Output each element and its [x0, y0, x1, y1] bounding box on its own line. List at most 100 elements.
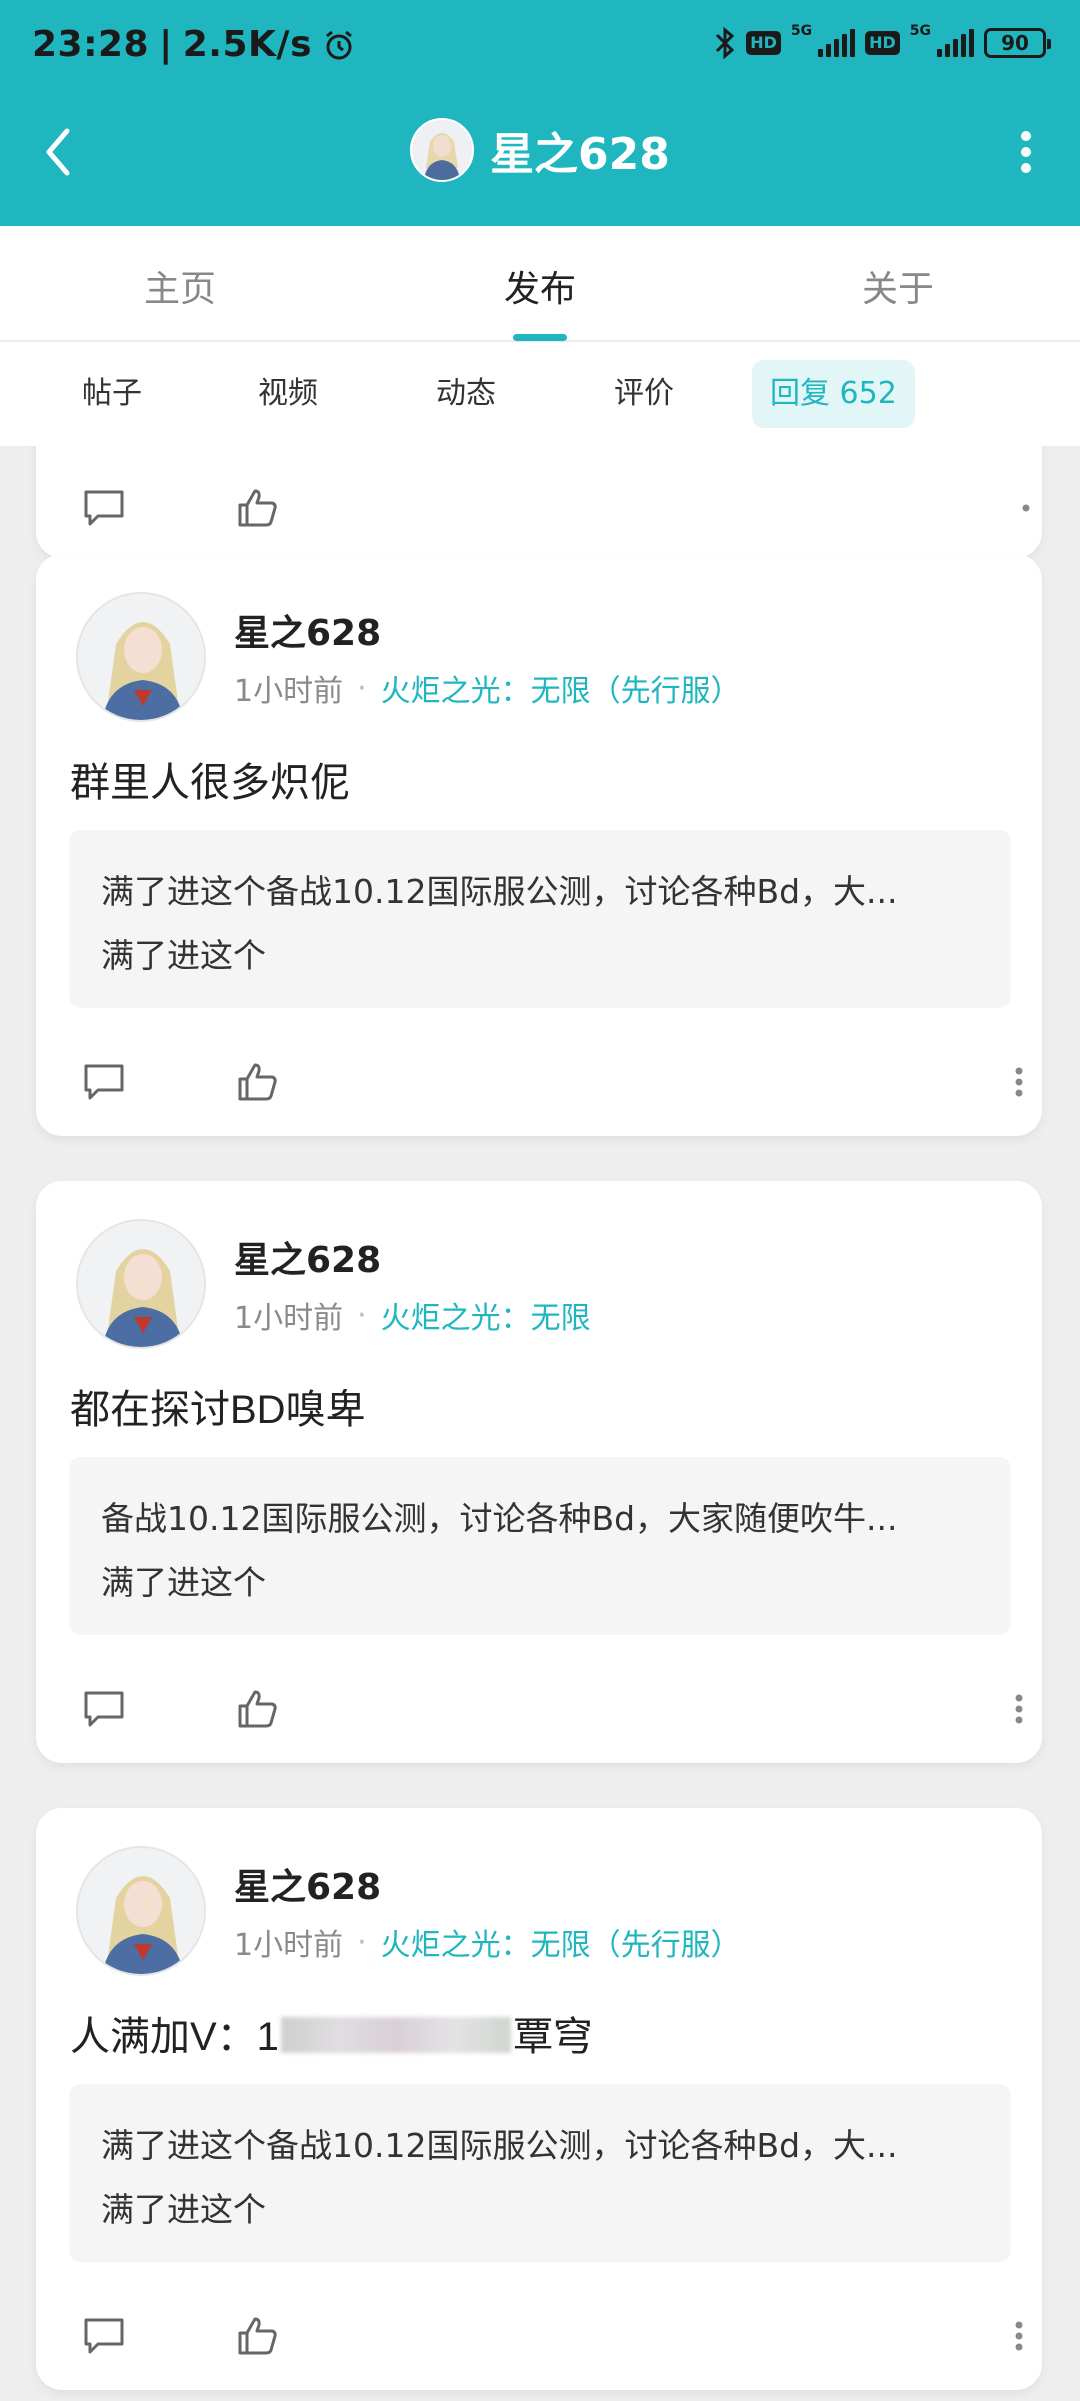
comment-icon [84, 1064, 124, 1100]
quoted-post[interactable]: 满了进这个备战10.12国际服公测，讨论各种Bd，大... 满了进这个 [69, 2084, 1011, 2262]
post-actions [76, 480, 1030, 540]
subtab-videos[interactable]: 视频 [240, 360, 336, 428]
like-button[interactable] [230, 2308, 286, 2364]
more-vertical-icon [1022, 504, 1030, 512]
battery-level: 90 [1001, 31, 1029, 55]
quote-line: 满了进这个 [101, 1563, 266, 1602]
post-more-button[interactable] [1004, 1681, 1034, 1737]
status-speed: 2.5K/s [182, 24, 312, 65]
post-card[interactable]: 星之628 1小时前 · 火炬之光：无限（先行服） 群里人很多炽伲 满了进这个备… [36, 554, 1042, 1136]
status-divider: | [159, 24, 173, 65]
tab-about[interactable]: 关于 [862, 260, 934, 312]
avatar-image [78, 1221, 204, 1347]
subtab-posts[interactable]: 帖子 [64, 360, 160, 428]
subtab-moments[interactable]: 动态 [418, 360, 514, 428]
network-type-1: 5G [790, 23, 813, 39]
avatar-image [412, 120, 473, 180]
quote-line: 满了进这个 [101, 2190, 266, 2229]
main-tabs: 主页 发布 关于 [0, 226, 1080, 342]
status-bar: 23:28 | 2.5K/s HD 5G HD 5G 90 [0, 0, 1080, 96]
post-time: 1小时前 [234, 1928, 344, 1963]
status-time: 23:28 [32, 24, 150, 65]
tab-home[interactable]: 主页 [144, 260, 216, 312]
page-title: 星之628 [490, 129, 670, 180]
post-title[interactable]: 人满加V：1 覃穹 [70, 2004, 593, 2062]
comment-icon [84, 1691, 124, 1727]
username[interactable]: 星之628 [234, 1858, 381, 1910]
status-right: HD 5G HD 5G 90 [714, 23, 1051, 60]
bluetooth-icon [716, 26, 735, 60]
post-actions [76, 1054, 1023, 1114]
like-button[interactable] [230, 1681, 286, 1737]
more-options-button[interactable] [996, 120, 1056, 184]
comment-button[interactable] [76, 1054, 132, 1110]
tab-publish[interactable]: 发布 [504, 260, 576, 312]
comment-button[interactable] [76, 2308, 132, 2364]
post-time: 1小时前 [234, 1301, 344, 1336]
more-vertical-icon [1015, 1067, 1023, 1097]
reply-feed[interactable]: 星之628 1小时前 · 火炬之光：无限（先行服） 群里人很多炽伲 满了进这个备… [0, 446, 1080, 2401]
post-meta: 1小时前 · 火炬之光：无限（先行服） [234, 1920, 741, 1964]
meta-separator: · [357, 670, 367, 706]
header-avatar[interactable] [410, 118, 475, 182]
active-tab-indicator [513, 334, 567, 341]
subtab-reviews[interactable]: 评价 [596, 360, 692, 428]
quoted-post[interactable]: 备战10.12国际服公测，讨论各种Bd，大家随便吹牛... 满了进这个 [69, 1457, 1011, 1635]
like-button[interactable] [230, 1054, 286, 1110]
post-card[interactable]: 星之628 1小时前 · 火炬之光：无限（先行服） 人满加V：1 覃穹 满了进这个… [36, 1808, 1042, 2390]
sub-tabs: 帖子 视频 动态 评价 回复 652 [0, 342, 1080, 446]
like-button[interactable] [230, 480, 286, 536]
quote-line: 满了进这个备战10.12国际服公测，讨论各种Bd，大... [101, 872, 898, 911]
battery-icon: 90 [984, 28, 1051, 58]
nav-row: 星之628 [0, 110, 1080, 194]
app-header: 23:28 | 2.5K/s HD 5G HD 5G 90 星之628 [0, 0, 1080, 226]
avatar[interactable] [76, 1219, 206, 1349]
quote-line: 满了进这个 [101, 936, 266, 975]
comment-icon [84, 490, 124, 526]
avatar[interactable] [76, 592, 206, 722]
status-left: 23:28 | 2.5K/s [32, 24, 356, 65]
game-tag[interactable]: 火炬之光：无限（先行服） [381, 1920, 741, 1964]
post-title-prefix: 人满加V：1 [70, 2015, 279, 2059]
signal-icon-2 [937, 29, 974, 57]
post-title[interactable]: 都在探讨BD嗅卑 [70, 1377, 366, 1435]
username[interactable]: 星之628 [234, 604, 381, 656]
alarm-icon [326, 30, 352, 59]
post-meta: 1小时前 · 火炬之光：无限 [234, 1293, 591, 1337]
comment-button[interactable] [76, 480, 132, 536]
meta-separator: · [357, 1924, 367, 1960]
comment-button[interactable] [76, 1681, 132, 1737]
thumbs-up-icon [238, 1690, 277, 1728]
quote-line: 满了进这个备战10.12国际服公测，讨论各种Bd，大... [101, 2126, 898, 2165]
thumbs-up-icon [238, 489, 277, 527]
hd-badge-1: HD [746, 31, 781, 55]
quoted-post[interactable]: 满了进这个备战10.12国际服公测，讨论各种Bd，大... 满了进这个 [69, 830, 1011, 1008]
post-card[interactable]: 星之628 1小时前 · 火炬之光：无限 都在探讨BD嗅卑 备战10.12国际服… [36, 1181, 1042, 1763]
header-title-group: 星之628 [0, 118, 1080, 182]
post-actions [76, 1681, 1023, 1741]
hd-badge-2: HD [865, 31, 900, 55]
game-tag[interactable]: 火炬之光：无限（先行服） [381, 666, 741, 710]
meta-separator: · [357, 1297, 367, 1333]
post-meta: 1小时前 · 火炬之光：无限（先行服） [234, 666, 741, 710]
network-type-2: 5G [909, 23, 931, 39]
post-more-button[interactable] [1004, 2308, 1034, 2364]
subtab-replies[interactable]: 回复 652 [752, 360, 915, 428]
avatar-image [78, 1848, 204, 1974]
post-card-partial[interactable] [36, 446, 1042, 558]
game-tag[interactable]: 火炬之光：无限 [381, 1293, 591, 1337]
comment-icon [84, 2318, 124, 2354]
post-time: 1小时前 [234, 674, 344, 709]
post-title[interactable]: 群里人很多炽伲 [70, 750, 350, 808]
quote-line: 备战10.12国际服公测，讨论各种Bd，大家随便吹牛... [101, 1499, 898, 1538]
more-vertical-icon [1021, 131, 1031, 173]
thumbs-up-icon [238, 2317, 277, 2355]
signal-icon-1 [818, 29, 856, 57]
username[interactable]: 星之628 [234, 1231, 381, 1283]
avatar[interactable] [76, 1846, 206, 1976]
post-more-button[interactable] [1016, 480, 1036, 536]
post-more-button[interactable] [1004, 1054, 1034, 1110]
redacted-text [280, 2017, 511, 2054]
more-vertical-icon [1015, 2321, 1023, 2351]
more-vertical-icon [1015, 1694, 1023, 1724]
